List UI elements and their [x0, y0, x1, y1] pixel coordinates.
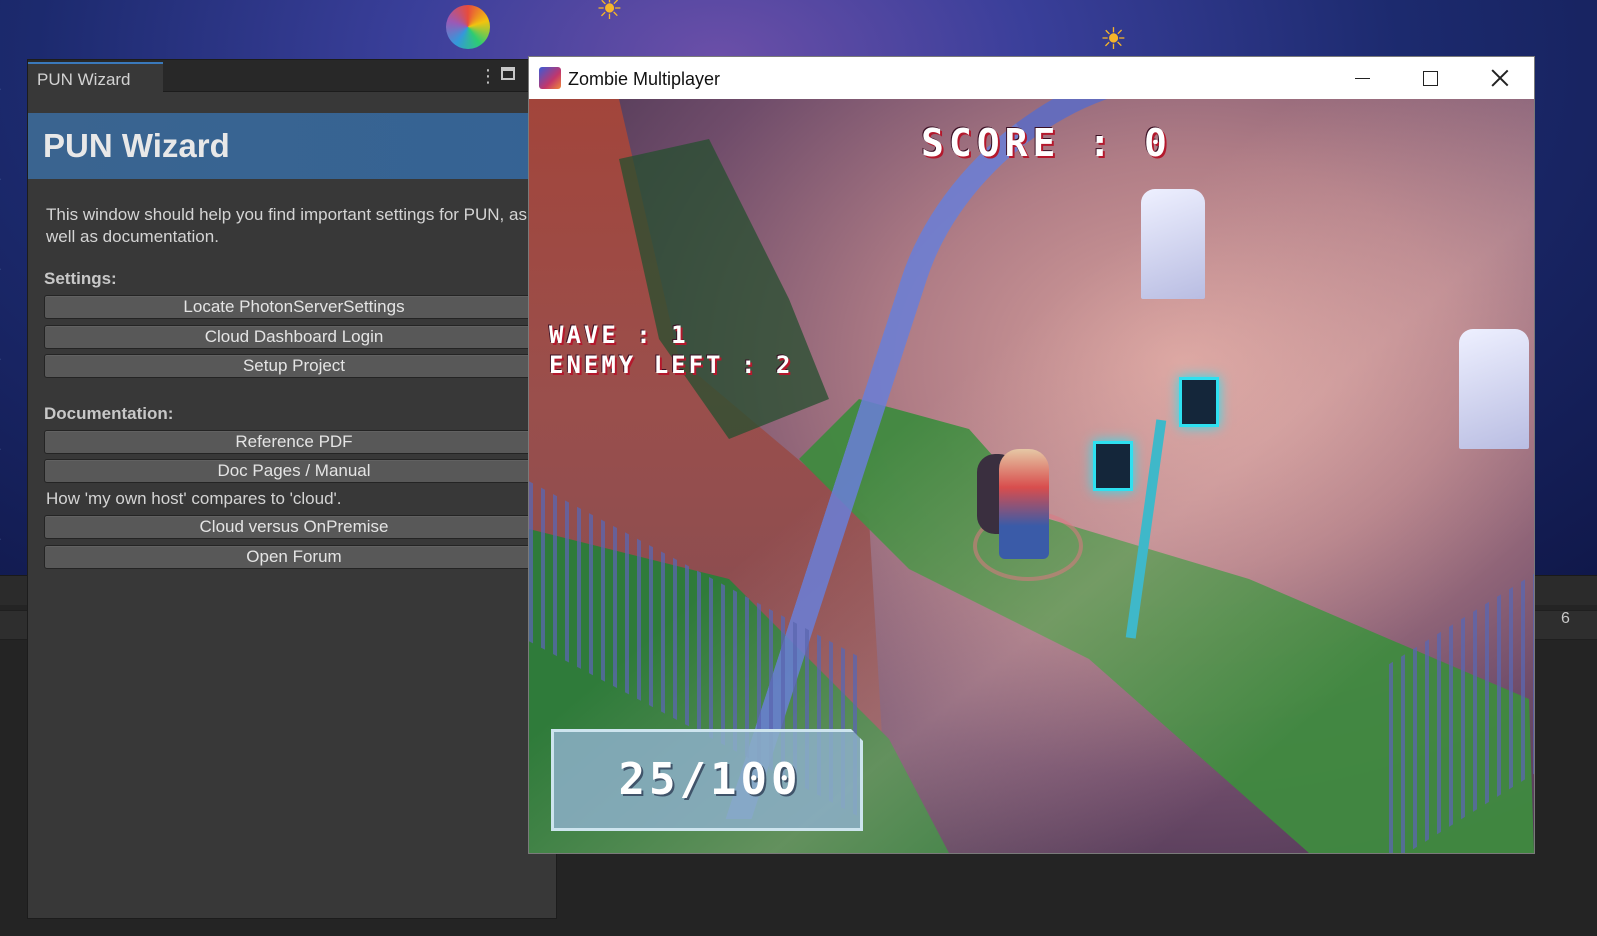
maximize-button[interactable]: [1396, 57, 1464, 99]
partial-number: 6: [1561, 610, 1570, 627]
app-icon: [539, 67, 561, 89]
more-vert-icon[interactable]: ⋮: [479, 66, 497, 87]
game-viewport[interactable]: SCORE : 0 WAVE : 1 ENEMY LEFT : 2 25/100: [529, 99, 1534, 853]
window-title: Zombie Multiplayer: [568, 69, 721, 89]
scene-gizmo-icon[interactable]: [446, 5, 490, 49]
minimize-icon: [1354, 77, 1370, 79]
light-icon: ☀: [596, 0, 623, 26]
lantern: [1179, 377, 1219, 427]
lantern: [1093, 441, 1133, 491]
reference-pdf-button[interactable]: Reference PDF: [44, 430, 544, 454]
maximize-panel-icon[interactable]: [501, 67, 515, 80]
ammo-count: 25/100: [618, 754, 802, 805]
gravestone: [1459, 329, 1529, 449]
hosting-note: How 'my own host' compares to 'cloud'.: [46, 489, 342, 508]
open-forum-button[interactable]: Open Forum: [44, 545, 544, 569]
tab-pun-wizard[interactable]: PUN Wizard: [28, 62, 163, 92]
setup-project-button[interactable]: Setup Project: [44, 354, 544, 378]
settings-heading: Settings:: [44, 269, 117, 288]
locate-photon-server-settings-button[interactable]: Locate PhotonServerSettings: [44, 295, 544, 319]
cloud-dashboard-login-button[interactable]: Cloud Dashboard Login: [44, 325, 544, 349]
desktop: ☀ ☀ 6 PUN Wizard ⋮ PUN Wizard This windo…: [0, 0, 1597, 936]
wave-label: WAVE : 1: [549, 321, 689, 349]
gravestone: [1141, 189, 1205, 299]
pun-wizard-panel: PUN Wizard ⋮ PUN Wizard This window shou…: [27, 59, 558, 919]
close-icon: [1491, 69, 1509, 87]
page-title: PUN Wizard: [43, 127, 230, 164]
player-character: [999, 449, 1049, 559]
game-window: Zombie Multiplayer SCORE: 0 WAVE: 1 EN…: [528, 56, 1535, 854]
pun-tab-bar: PUN Wizard ⋮: [28, 60, 558, 92]
score-label: SCORE : 0: [921, 121, 1172, 165]
maximize-icon: [1422, 70, 1438, 86]
ammo-panel: 25/100: [551, 729, 863, 831]
minimize-button[interactable]: [1328, 57, 1396, 99]
enemy-left-label: ENEMY LEFT : 2: [549, 351, 794, 379]
pun-description: This window should help you find importa…: [46, 205, 527, 246]
close-button[interactable]: [1466, 57, 1534, 99]
cloud-versus-onpremise-button[interactable]: Cloud versus OnPremise: [44, 515, 544, 539]
pun-header: PUN Wizard: [28, 113, 558, 179]
light-icon: ☀: [1100, 23, 1127, 56]
doc-pages-manual-button[interactable]: Doc Pages / Manual: [44, 459, 544, 483]
title-bar[interactable]: Zombie Multiplayer: [529, 57, 1534, 99]
documentation-heading: Documentation:: [44, 404, 174, 423]
